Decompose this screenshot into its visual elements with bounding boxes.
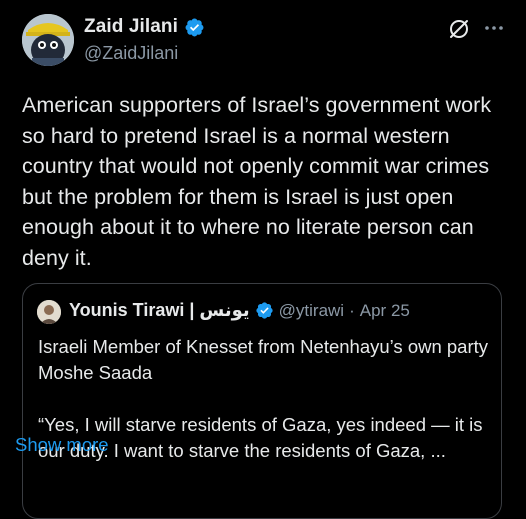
avatar-photo-icon xyxy=(37,300,61,324)
quoted-paragraph-1: Israeli Member of Knesset from Netenhayu… xyxy=(38,336,489,383)
quoted-tweet-card[interactable]: Younis Tirawi | يونس @ytirawi · Apr 25 I… xyxy=(22,283,502,519)
name-row: Zaid Jilani xyxy=(84,14,205,40)
show-more-link[interactable]: Show more xyxy=(15,434,109,456)
quoted-display-name[interactable]: Younis Tirawi | يونس xyxy=(69,300,250,321)
quoted-header: Younis Tirawi | يونس @ytirawi · Apr 25 xyxy=(69,300,410,321)
tweet-text: American supporters of Israel’s governme… xyxy=(22,93,492,270)
quoted-author-avatar[interactable] xyxy=(37,300,61,324)
author-display-name[interactable]: Zaid Jilani xyxy=(84,16,178,38)
verified-badge-icon xyxy=(184,17,205,38)
tweet-post: Zaid Jilani @ZaidJilani American support… xyxy=(0,0,526,519)
author-avatar[interactable] xyxy=(22,14,74,66)
grok-slash-icon[interactable] xyxy=(447,17,471,41)
avatar-cartoon-icon xyxy=(22,14,74,66)
quoted-separator: · xyxy=(349,300,355,320)
quoted-handle[interactable]: @ytirawi xyxy=(279,301,344,321)
more-horizontal-icon[interactable] xyxy=(482,16,506,40)
author-info: Zaid Jilani @ZaidJilani xyxy=(84,14,205,64)
quoted-date[interactable]: Apr 25 xyxy=(360,301,410,321)
author-handle[interactable]: @ZaidJilani xyxy=(84,43,205,64)
quoted-verified-badge-icon xyxy=(255,301,274,320)
